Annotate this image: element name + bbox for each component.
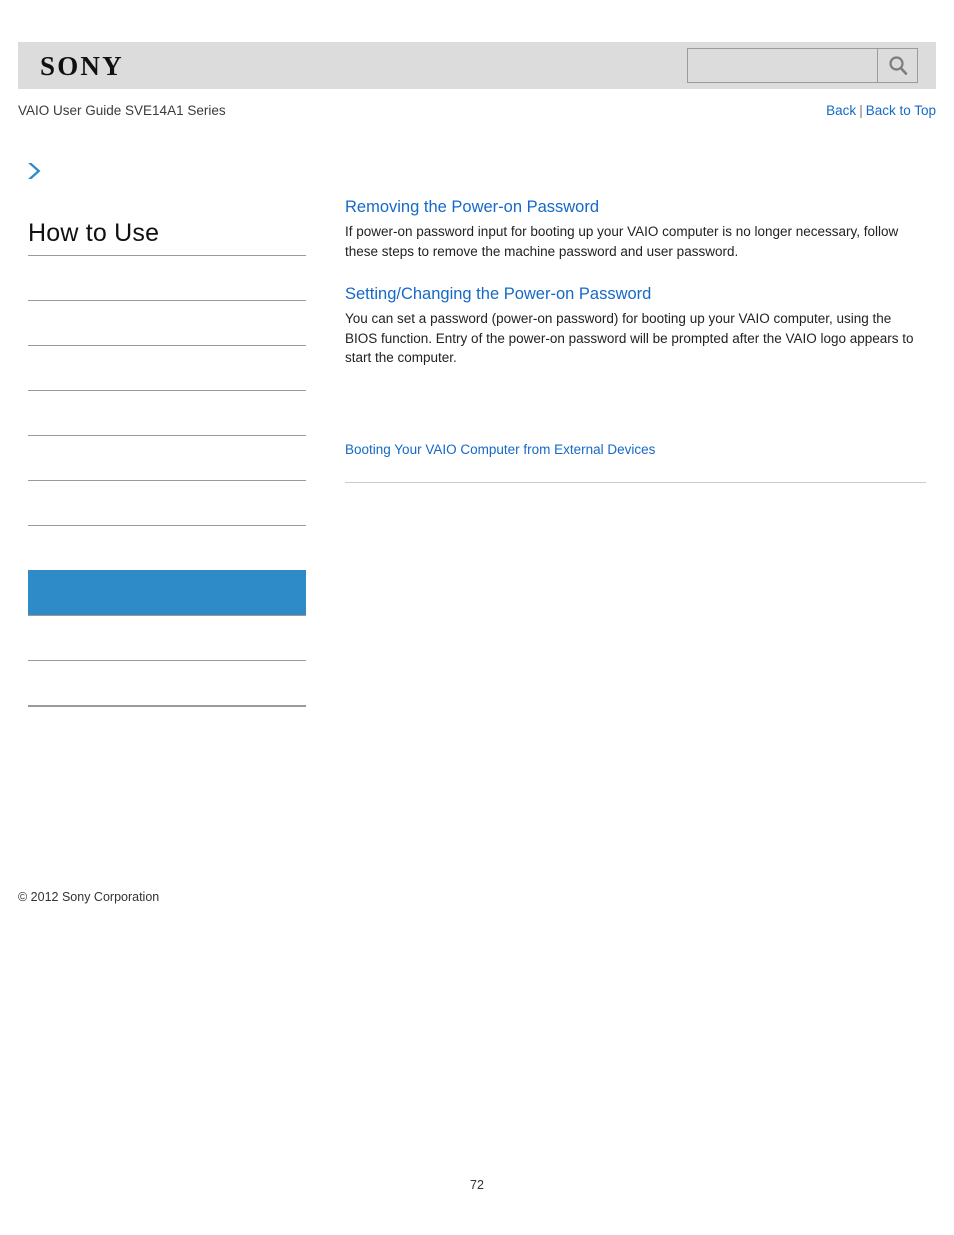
search-icon [887,55,909,77]
main-content: Removing the Power-on Password If power-… [345,196,926,483]
sidebar-nav-item[interactable] [28,435,306,480]
search-area [687,48,918,83]
content-section: Setting/Changing the Power-on Password Y… [345,283,926,368]
header-nav-links: Back | Back to Top [826,100,936,122]
related-topic-link[interactable]: Booting Your VAIO Computer from External… [345,440,926,460]
sidebar-nav-item[interactable] [28,480,306,525]
subheader: VAIO User Guide SVE14A1 Series Back | Back… [18,100,936,122]
content-section: Removing the Power-on Password If power-… [345,196,926,261]
sidebar-nav-item[interactable] [28,525,306,570]
section-title-link[interactable]: Removing the Power-on Password [345,196,926,218]
chevron-right-icon[interactable] [24,160,44,182]
sidebar-nav-end-rule [28,705,306,707]
sidebar-nav-item[interactable] [28,615,306,660]
nav-separator: | [859,103,863,118]
search-input[interactable] [687,48,877,83]
sidebar-nav-item[interactable] [28,345,306,390]
sidebar-nav-item[interactable] [28,300,306,345]
section-description: If power-on password input for booting u… [345,224,899,259]
site-header: SONY [18,42,936,89]
sidebar-nav-list [28,255,306,707]
guide-title: VAIO User Guide SVE14A1 Series [18,103,226,118]
page-number: 72 [470,1178,484,1192]
content-divider [345,481,926,483]
sidebar-nav-item[interactable] [28,660,306,705]
sidebar-nav-item[interactable] [28,255,306,300]
back-to-top-link[interactable]: Back to Top [866,103,936,118]
sony-logo: SONY [40,51,124,81]
section-description: You can set a password (power-on passwor… [345,311,914,365]
section-title-link[interactable]: Setting/Changing the Power-on Password [345,283,926,305]
copyright-text: © 2012 Sony Corporation [18,890,160,904]
search-button[interactable] [877,48,918,83]
sidebar-title: How to Use [28,219,160,247]
sidebar-nav-item[interactable] [28,390,306,435]
sidebar-nav-item[interactable] [28,570,306,615]
back-link[interactable]: Back [826,103,856,118]
